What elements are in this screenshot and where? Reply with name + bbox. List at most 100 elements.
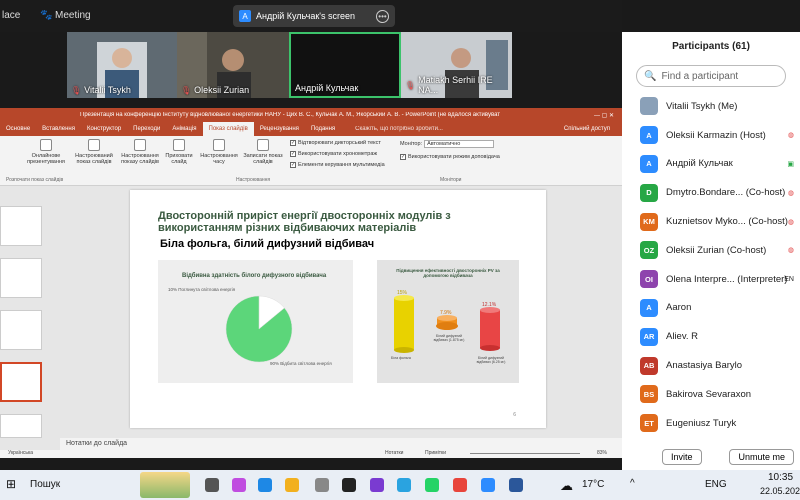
cylinder-label: Біла фольга (391, 356, 411, 360)
video-tile[interactable]: 🎙 Matiakh Serhii IRE NA... (401, 32, 512, 98)
tab-home[interactable]: Основне (0, 122, 36, 136)
app-icon[interactable] (342, 478, 356, 492)
hide-slide-button[interactable]: Приховати слайд (162, 139, 196, 165)
ribbon-tabs: Основне Вставлення Конструктор Переходи … (0, 122, 622, 136)
ribbon-slideshow: Онлайнове презентування Настроюваний пок… (0, 136, 622, 186)
word-icon[interactable] (509, 478, 523, 492)
viber-icon[interactable] (370, 478, 384, 492)
tab-review[interactable]: Рецензування (254, 122, 305, 136)
participant-row[interactable]: D Dmytro.Bondare... (Co-host) ◍ (622, 178, 800, 207)
participant-name: Aaron (666, 302, 692, 314)
tray-overflow-icon[interactable]: ^ (630, 478, 635, 489)
slide-thumbnail[interactable] (0, 258, 42, 298)
group-setup: Настроювання (236, 177, 271, 183)
whatsapp-icon[interactable] (425, 478, 439, 492)
share-button[interactable]: Спільний доступ (558, 122, 616, 136)
video-tile-active-speaker[interactable]: Андрій Кульчак (289, 32, 401, 98)
meeting-icon[interactable]: 🐾 (40, 10, 52, 21)
search-icon: 🔍 (644, 70, 657, 82)
mic-muted-icon: 🎙 (71, 85, 82, 95)
weather-temp[interactable]: 17°C (582, 479, 604, 490)
participant-search-input[interactable]: 🔍 Find a participant (636, 65, 786, 87)
setup-show-button[interactable]: Настроювання показу слайдів (118, 139, 162, 165)
monitor-select[interactable]: Монітор: Автоматично (400, 140, 495, 148)
presenter-view-checkbox[interactable]: ✓ Використовувати режим доповідача (400, 154, 500, 160)
taskbar-search[interactable]: Пошук (30, 479, 60, 490)
task-view-icon[interactable] (205, 478, 219, 492)
start-icon[interactable]: ⊞ (6, 477, 16, 491)
mic-muted-icon: 🎙 (405, 80, 416, 90)
tab-design[interactable]: Конструктор (81, 122, 127, 136)
participants-panel: Participants (61) 🔍 Find a participant V… (622, 32, 800, 470)
file-explorer-icon[interactable] (285, 478, 299, 492)
slide-thumbnails (0, 186, 60, 438)
pie-label-absorbed: 10% Поглинута світлова енергія (168, 287, 236, 292)
tab-transitions[interactable]: Переходи (127, 122, 166, 136)
rehearse-timings-button[interactable]: Настроювання часу (198, 139, 240, 165)
app-icon[interactable] (315, 478, 329, 492)
zoom-level[interactable]: 83% (597, 450, 607, 456)
media-controls-checkbox[interactable]: ✓ Елементи керування мультимедіа (290, 162, 385, 168)
slide-thumbnail[interactable] (0, 206, 42, 246)
zoom-slider[interactable] (470, 453, 580, 454)
tab-insert[interactable]: Вставлення (36, 122, 81, 136)
slide-notes[interactable]: Нотатки до слайда (60, 438, 622, 450)
copilot-icon[interactable] (232, 478, 246, 492)
play-narrations-checkbox[interactable]: ✓ Відтворювати дикторський текст (290, 140, 381, 146)
participant-name: Андрій Кульчак (666, 158, 733, 170)
participant-row[interactable]: KM Kuznietsov Myko... (Co-host) ◍ (622, 207, 800, 236)
cylinder-value: 7.9% (440, 310, 452, 316)
edge-icon[interactable] (258, 478, 272, 492)
custom-show-button[interactable]: Настроюваний показ слайдів (70, 139, 118, 165)
slide-page-number: 6 (513, 412, 516, 418)
record-show-button[interactable]: Записати показ слайдів (240, 139, 286, 165)
video-off-icon: ◍ (787, 218, 794, 226)
tab-view[interactable]: Подання (305, 122, 341, 136)
record-icon (257, 139, 269, 151)
participant-row[interactable]: AR Aliev. R (622, 322, 800, 351)
reflectance-pie-panel: Відбивна здатність білого дифузного відб… (158, 260, 353, 383)
clock-time[interactable]: 10:35 (768, 472, 793, 483)
status-comments-button[interactable]: Примітки (425, 450, 446, 456)
video-tile[interactable]: 🎙 Oleksii Zurian (177, 32, 289, 98)
participant-row[interactable]: Vitalii Tsykh (Me) (622, 92, 800, 121)
online-present-button[interactable]: Онлайнове презентування (24, 139, 68, 165)
avatar: AB (640, 356, 658, 375)
participant-row[interactable]: OZ Oleksii Zurian (Co-host) ◍ (622, 236, 800, 265)
window-controls[interactable]: — ▢ ✕ (594, 112, 614, 119)
video-strip: 🎙 Vitalii Tsykh 🎙 Oleksii Zurian Андрій Ку… (0, 32, 622, 98)
custom-show-icon (88, 139, 100, 151)
tell-me-search[interactable]: Скажіть, що потрібно зробити... (349, 122, 449, 136)
invite-button[interactable]: Invite (662, 449, 702, 465)
status-notes-button[interactable]: Нотатки (385, 450, 403, 456)
participant-name: Anastasiya Barylo (666, 360, 743, 372)
participant-row[interactable]: A Aaron (622, 294, 800, 323)
ppt-title-bar: Презентація на конференцію Інституту від… (0, 108, 622, 122)
unmute-me-button[interactable]: Unmute me (729, 449, 794, 465)
participant-row[interactable]: ET Eugeniusz Turyk (622, 409, 800, 438)
efficiency-cylinder-panel: Підвищення ефективності двосторонніх PV … (377, 260, 519, 383)
clock-date[interactable]: 22.05.202 (760, 486, 800, 496)
participant-row[interactable]: A Андрій Кульчак ▣ (622, 150, 800, 179)
cylinder-white-foil (394, 298, 414, 350)
meeting-label[interactable]: Meeting (55, 10, 91, 21)
tab-animations[interactable]: Анімація (166, 122, 202, 136)
slide-thumbnail-selected[interactable] (0, 362, 42, 402)
more-options-icon[interactable]: ••• (376, 9, 389, 23)
slide-thumbnail[interactable] (0, 310, 42, 350)
video-tile[interactable]: 🎙 Vitalii Tsykh (67, 32, 177, 98)
chrome-icon[interactable] (453, 478, 467, 492)
tab-slideshow[interactable]: Показ слайдів (202, 122, 254, 136)
current-slide: Двосторонній приріст енергії двосторонні… (130, 190, 546, 428)
zoom-icon[interactable] (481, 478, 495, 492)
input-language[interactable]: ENG (705, 479, 727, 490)
participant-row[interactable]: AB Anastasiya Barylo (622, 351, 800, 380)
telegram-icon[interactable] (397, 478, 411, 492)
use-timings-checkbox[interactable]: ✓ Використовувати хронометраж (290, 151, 377, 157)
participant-row[interactable]: OI Olena Interpre... (Interpreter) EN (622, 265, 800, 294)
slide-thumbnail[interactable] (0, 414, 42, 438)
screen-share-badge[interactable]: A Андрій Кульчак's screen ••• (233, 5, 395, 27)
participant-row[interactable]: BS Bakirova Sevaraxon (622, 380, 800, 409)
participant-row[interactable]: A Oleksii Karmazin (Host) ◍ (622, 121, 800, 150)
weather-icon: ☁ (560, 478, 573, 493)
